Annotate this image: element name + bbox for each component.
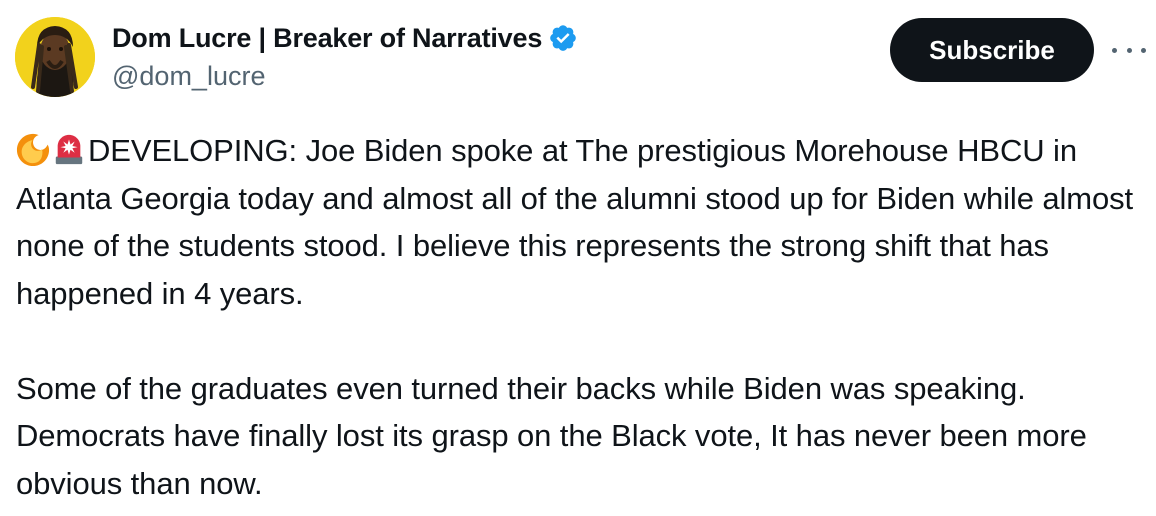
more-dot [1126, 47, 1132, 53]
tweet-card: Dom Lucre | Breaker of Narratives @dom_l… [0, 0, 1156, 516]
tweet-text: DEVELOPING: Joe Biden spoke at The prest… [16, 127, 1146, 507]
display-name-row: Dom Lucre | Breaker of Narratives [112, 20, 578, 56]
verified-badge-icon[interactable] [548, 23, 578, 53]
display-name[interactable]: Dom Lucre | Breaker of Narratives [112, 23, 542, 54]
subscribe-button[interactable]: Subscribe [890, 18, 1094, 82]
more-dot [1141, 47, 1146, 53]
more-horizontal-icon[interactable] [1112, 36, 1146, 64]
fire-emoji-icon [16, 132, 50, 166]
author-handle[interactable]: @dom_lucre [112, 61, 578, 92]
tweet-paragraph-1-text: DEVELOPING: Joe Biden spoke at The prest… [16, 133, 1134, 311]
tweet-paragraph-2: Some of the graduates even turned their … [16, 370, 1087, 501]
more-dot [1112, 47, 1117, 53]
profile-avatar[interactable] [15, 17, 95, 97]
tweet-paragraph-1: DEVELOPING: Joe Biden spoke at The prest… [16, 127, 1146, 317]
author-names: Dom Lucre | Breaker of Narratives @dom_l… [112, 20, 578, 92]
avatar-image [15, 17, 95, 97]
siren-emoji-icon [52, 132, 86, 166]
